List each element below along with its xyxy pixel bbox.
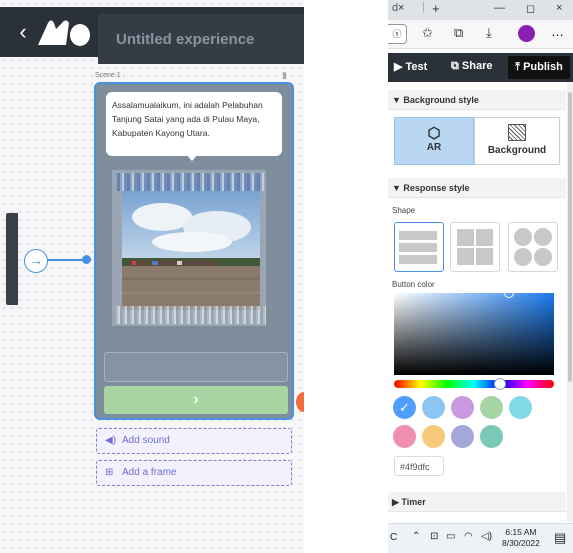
- back-button[interactable]: ‹: [12, 20, 34, 44]
- wifi-icon[interactable]: ◠: [464, 531, 473, 542]
- collections-icon[interactable]: ⧉: [454, 25, 463, 41]
- hue-slider[interactable]: [394, 378, 554, 390]
- clock-date: 8/30/2022: [502, 538, 540, 548]
- windows-taskbar: C ⌃ ⊡ ▭ ◠ ◁) 6:15 AM 8/30/2022 ▤: [388, 523, 573, 553]
- hex-color-input[interactable]: #4f9dfc: [394, 456, 444, 476]
- background-pattern-icon: [508, 124, 526, 141]
- color-picker-knob[interactable]: [504, 288, 514, 298]
- swatch-4[interactable]: [480, 396, 503, 419]
- editor-canvas[interactable]: ‹ Untitled experience → Scene 1 ▮ Assala…: [0, 0, 304, 553]
- ar-label: AR: [426, 142, 442, 153]
- background-style-label: Background style: [403, 95, 479, 105]
- address-bar[interactable]: ⓢ: [388, 24, 407, 44]
- scene-output-handle[interactable]: [296, 392, 304, 412]
- connector-dot[interactable]: [82, 255, 91, 264]
- title-area[interactable]: Untitled experience: [98, 14, 304, 64]
- button-color-label: Button color: [392, 280, 435, 289]
- downloads-icon[interactable]: ⤓: [486, 25, 492, 41]
- publish-label: Publish: [523, 61, 563, 73]
- shape-option-circles[interactable]: [508, 222, 558, 272]
- add-frame-label: Add a frame: [122, 467, 177, 478]
- response-style-label: Response style: [403, 183, 470, 193]
- timer-label: Timer: [401, 497, 426, 507]
- photo-glitch-top: [117, 173, 264, 191]
- swatch-7[interactable]: [422, 425, 445, 448]
- shape-option-squares[interactable]: [450, 222, 500, 272]
- message-bubble[interactable]: Assalamualaikum, ini adalah Pelabuhan Ta…: [106, 92, 282, 156]
- harbor-photo: [122, 182, 260, 310]
- clock[interactable]: 6:15 AM 8/30/2022: [502, 527, 540, 549]
- tab-divider: |: [422, 1, 425, 13]
- timer-header[interactable]: ▶ Timer: [388, 492, 566, 512]
- test-button[interactable]: ▶ Test: [394, 60, 427, 73]
- scene-connector: [47, 259, 87, 261]
- swatch-9[interactable]: [480, 425, 503, 448]
- start-node-icon[interactable]: →: [24, 249, 48, 273]
- response-style-header[interactable]: ▼ Response style: [388, 178, 566, 198]
- browser-toolbar: ⓢ ✩ ⧉ ⤓ …: [388, 20, 573, 49]
- more-menu-icon[interactable]: …: [551, 24, 564, 39]
- scene-label: Scene 1: [95, 72, 121, 79]
- next-button[interactable]: ›: [104, 386, 288, 414]
- close-window-icon[interactable]: ×: [556, 2, 562, 14]
- swatch-6[interactable]: [393, 425, 416, 448]
- shape-option-bars[interactable]: [394, 222, 444, 272]
- scene-card[interactable]: Assalamualaikum, ini adalah Pelabuhan Ta…: [94, 82, 294, 420]
- chevron-up-icon[interactable]: ⌃: [412, 531, 420, 542]
- tab-close-icon[interactable]: ×: [398, 2, 404, 14]
- response-input[interactable]: [104, 352, 288, 382]
- swatch-8[interactable]: [451, 425, 474, 448]
- shape-label: Shape: [392, 206, 416, 215]
- minimize-icon[interactable]: —: [494, 2, 505, 14]
- swatch-3[interactable]: [451, 396, 474, 419]
- publish-button[interactable]: ⤒ Publish: [508, 56, 570, 79]
- scrollbar-thumb[interactable]: [568, 92, 572, 382]
- checkmark-icon: ✓: [399, 400, 410, 415]
- bubble-tail: [186, 154, 198, 161]
- tray-app-icon[interactable]: ⊡: [430, 531, 438, 542]
- editor-topbar: ‹ Untitled experience: [0, 7, 304, 64]
- background-label: Background: [487, 145, 547, 156]
- swatch-1[interactable]: ✓: [393, 396, 416, 419]
- speaker-icon: ◀): [105, 435, 117, 446]
- clock-time: 6:15 AM: [505, 527, 537, 537]
- trash-icon[interactable]: ▮: [282, 70, 287, 81]
- share-label: Share: [461, 60, 493, 72]
- background-option-background[interactable]: Background: [474, 117, 560, 165]
- action-bar: ▶ Test ⧉ Share ⤒ Publish: [388, 53, 573, 82]
- add-sound-button[interactable]: ◀) Add sound: [96, 428, 292, 454]
- browser-tabbar: d × | + — ◻ ×: [388, 0, 573, 20]
- side-panel-tab[interactable]: [6, 213, 18, 305]
- photo-glitch-bottom: [116, 306, 266, 324]
- color-picker-area[interactable]: [394, 288, 554, 375]
- background-style-header[interactable]: ▼ Background style: [388, 90, 566, 110]
- add-sound-label: Add sound: [122, 435, 170, 446]
- photo-frame[interactable]: [112, 170, 266, 326]
- profile-avatar[interactable]: [518, 25, 535, 42]
- add-frame-button[interactable]: ⊞ Add a frame: [96, 460, 292, 486]
- share-button[interactable]: ⧉ Share: [451, 60, 493, 73]
- test-label: Test: [405, 61, 428, 73]
- swatch-5[interactable]: [509, 396, 532, 419]
- experience-title[interactable]: Untitled experience: [116, 31, 254, 48]
- app-logo: [38, 20, 90, 46]
- ar-cube-icon: ⬡: [427, 125, 441, 142]
- notifications-icon[interactable]: ▤: [554, 530, 566, 546]
- favorites-icon[interactable]: ✩: [422, 25, 433, 41]
- hue-slider-knob[interactable]: [494, 378, 506, 390]
- swatch-2[interactable]: [422, 396, 445, 419]
- panel-scrollbar[interactable]: [567, 82, 573, 522]
- add-frame-icon: ⊞: [105, 467, 114, 478]
- battery-icon[interactable]: ▭: [446, 531, 455, 542]
- restore-icon[interactable]: ◻: [526, 2, 535, 15]
- right-panel: d × | + — ◻ × ⓢ ✩ ⧉ ⤓ … ▶ Test ⧉ Share ⤒…: [388, 0, 573, 553]
- background-option-ar[interactable]: ⬡ AR: [394, 117, 474, 165]
- volume-icon[interactable]: ◁): [481, 531, 492, 542]
- new-tab-icon[interactable]: +: [432, 1, 440, 16]
- taskbar-fragment: C: [390, 532, 398, 543]
